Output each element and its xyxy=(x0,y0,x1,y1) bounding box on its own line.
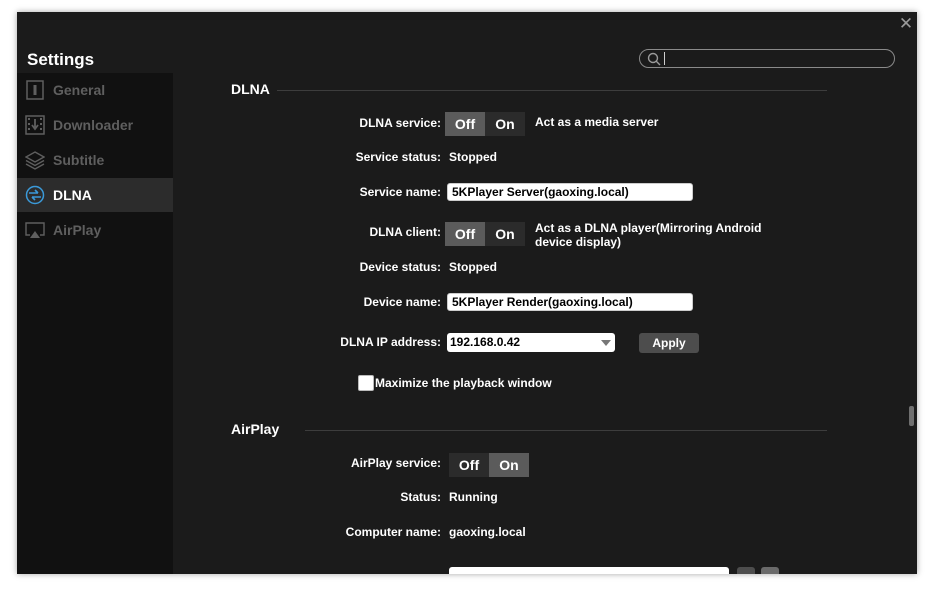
settings-window: Settings ✕ General Downloader Subtitle D… xyxy=(17,12,917,574)
section-divider xyxy=(305,430,827,431)
sidebar-item-label: General xyxy=(53,82,106,98)
computer-name-label: Computer name: xyxy=(345,525,441,539)
sidebar-item-subtitle[interactable]: Subtitle xyxy=(17,143,173,177)
sidebar-item-label: DLNA xyxy=(53,187,92,203)
dlna-service-label: DLNA service: xyxy=(359,116,441,130)
sidebar-item-downloader[interactable]: Downloader xyxy=(17,108,173,142)
section-divider xyxy=(277,90,827,91)
airplay-service-toggle: Off On xyxy=(449,453,529,477)
sidebar-item-label: Downloader xyxy=(53,117,134,133)
window-title: Settings xyxy=(27,50,95,69)
device-status-value: Stopped xyxy=(449,260,497,274)
dlna-ip-select[interactable]: 192.168.0.42 xyxy=(447,333,615,352)
service-status-label: Service status: xyxy=(355,150,441,164)
device-name-input[interactable] xyxy=(447,293,693,311)
computer-name-value: gaoxing.local xyxy=(449,525,526,539)
airplay-service-off-button[interactable]: Off xyxy=(449,453,489,477)
search-icon xyxy=(647,52,661,66)
airplay-icon xyxy=(25,222,45,238)
downloader-icon xyxy=(25,115,45,135)
dlna-service-description: Act as a media server xyxy=(535,115,659,129)
dlna-client-description: Act as a DLNA player(Mirroring Android d… xyxy=(535,221,762,249)
search-caret xyxy=(664,52,665,65)
device-name-label: Device name: xyxy=(363,295,441,309)
dlna-icon xyxy=(25,185,45,205)
airplay-status-value: Running xyxy=(449,490,498,504)
apply-button[interactable]: Apply xyxy=(639,333,699,353)
airplay-password-input[interactable] xyxy=(449,567,729,574)
dlna-client-on-button[interactable]: On xyxy=(485,222,525,246)
service-name-label: Service name: xyxy=(359,185,441,199)
sidebar-item-airplay[interactable]: AirPlay xyxy=(17,213,173,247)
settings-content: DLNA DLNA service: Off On Act as a media… xyxy=(173,73,917,574)
close-icon[interactable]: ✕ xyxy=(897,15,915,33)
dlna-client-toggle: Off On xyxy=(445,222,525,246)
sidebar-item-label: AirPlay xyxy=(53,222,102,238)
subtitle-icon xyxy=(25,151,45,170)
sidebar-item-label: Subtitle xyxy=(53,152,105,168)
dlna-service-off-button[interactable]: Off xyxy=(445,112,485,136)
dlna-ip-value: 192.168.0.42 xyxy=(450,335,521,349)
section-heading-airplay: AirPlay xyxy=(231,421,280,437)
dlna-ip-label: DLNA IP address: xyxy=(340,335,441,349)
chevron-down-icon xyxy=(601,340,611,346)
dlna-service-toggle: Off On xyxy=(445,112,525,136)
scrollbar-thumb[interactable] xyxy=(909,406,914,426)
dlna-client-label: DLNA client: xyxy=(369,225,441,239)
sidebar: General Downloader Subtitle DLNA AirPlay xyxy=(17,73,173,574)
airplay-option-button[interactable] xyxy=(761,567,779,574)
dlna-service-on-button[interactable]: On xyxy=(485,112,525,136)
section-heading-dlna: DLNA xyxy=(231,81,270,97)
airplay-option-button[interactable] xyxy=(737,567,755,574)
maximize-label: Maximize the playback window xyxy=(375,376,552,390)
sidebar-item-dlna[interactable]: DLNA xyxy=(17,178,173,212)
service-status-value: Stopped xyxy=(449,150,497,164)
sidebar-item-general[interactable]: General xyxy=(17,73,173,107)
airplay-service-on-button[interactable]: On xyxy=(489,453,529,477)
general-icon xyxy=(26,80,44,100)
search-input[interactable] xyxy=(639,49,895,68)
device-status-label: Device status: xyxy=(359,260,441,274)
dlna-client-off-button[interactable]: Off xyxy=(445,222,485,246)
maximize-checkbox[interactable] xyxy=(358,375,374,391)
service-name-input[interactable] xyxy=(447,183,693,201)
airplay-service-label: AirPlay service: xyxy=(350,456,441,470)
airplay-status-label: Status: xyxy=(400,490,441,504)
